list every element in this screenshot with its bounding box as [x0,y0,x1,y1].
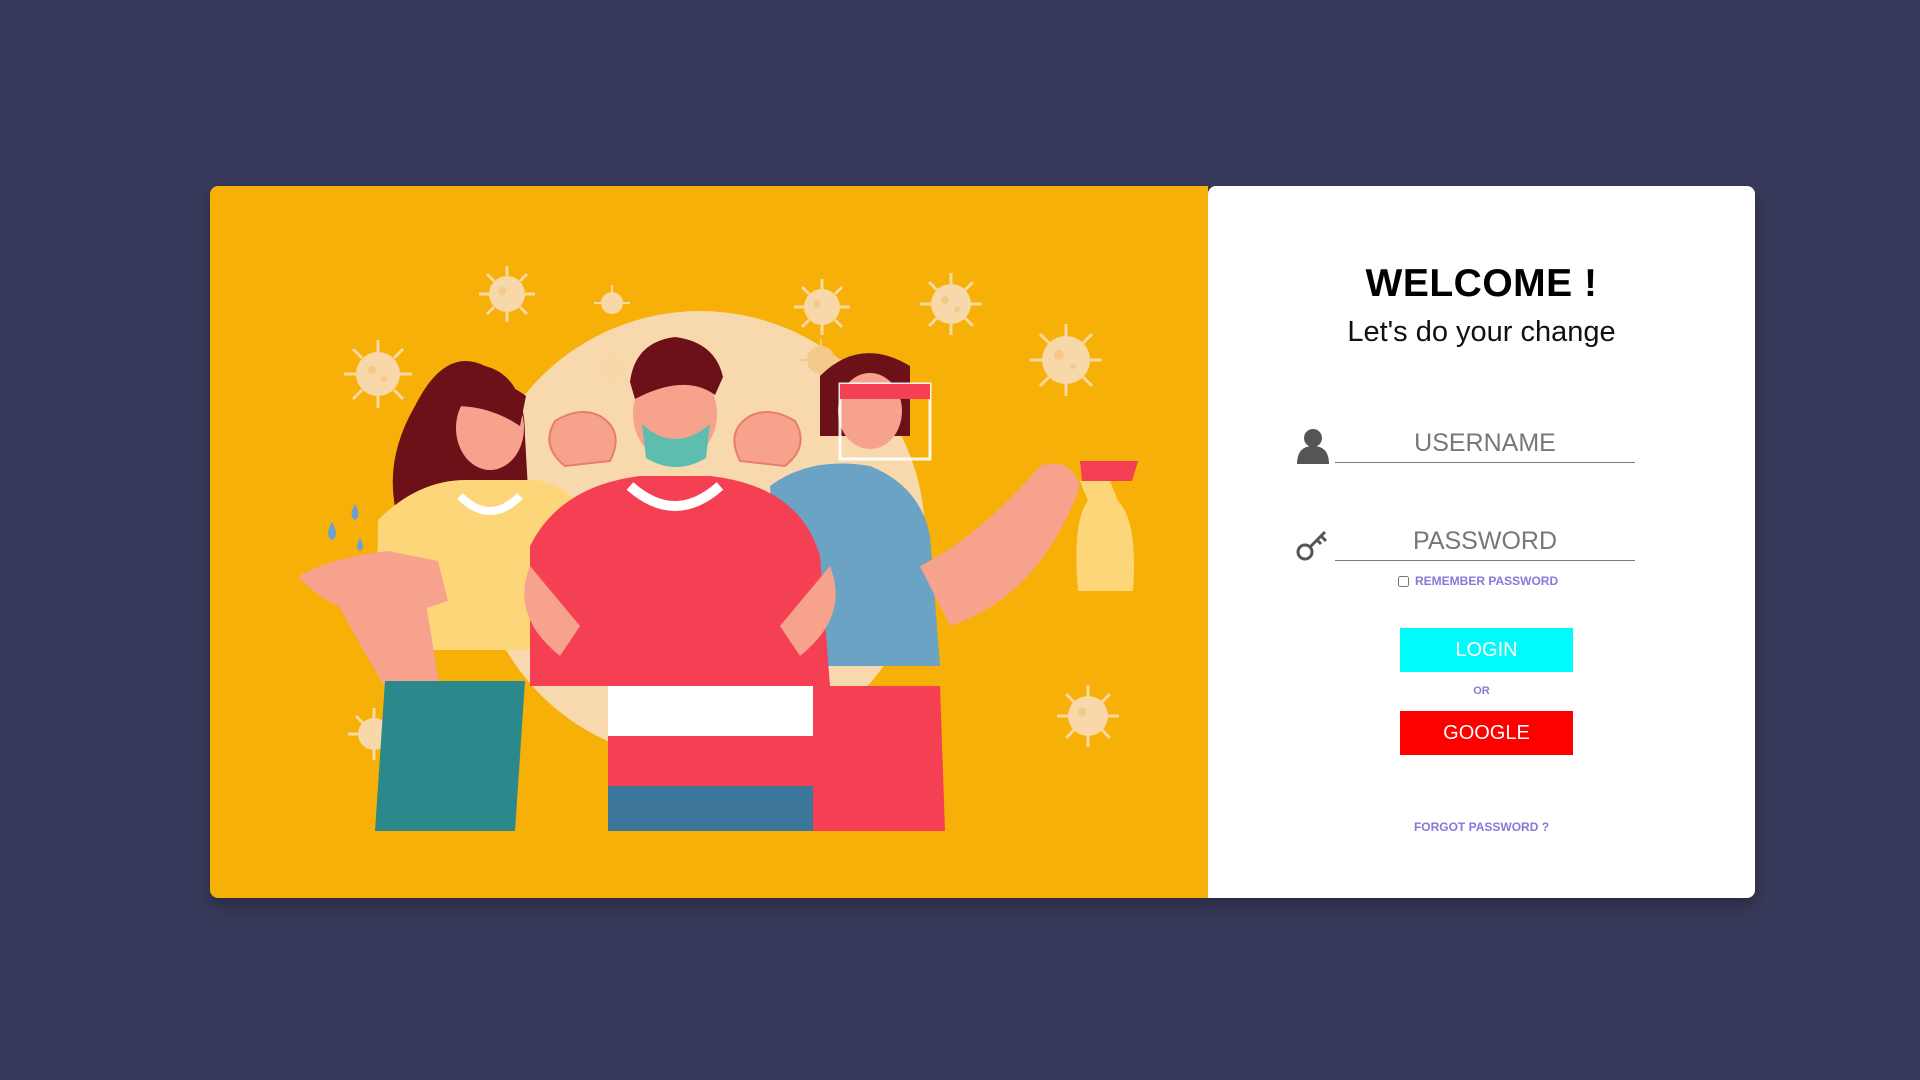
people-wearing-masks-illustration [298,266,1138,831]
login-card: WELCOME ! Let's do your change REMEMBER … [210,186,1755,898]
login-button[interactable]: LOGIN [1400,628,1573,672]
password-field-row [1295,516,1645,566]
user-icon [1297,429,1329,464]
forgot-password-link[interactable]: FORGOT PASSWORD ? [1208,820,1755,834]
google-login-button[interactable]: GOOGLE [1400,711,1573,755]
remember-password-label: REMEMBER PASSWORD [1415,574,1559,588]
key-icon [1296,530,1328,561]
password-input[interactable] [1335,522,1635,561]
welcome-heading: WELCOME ! [1365,262,1598,305]
username-input[interactable] [1335,424,1635,463]
or-separator: OR [1473,685,1490,697]
illustration-panel [210,186,1208,898]
welcome-subtitle: Let's do your change [1347,316,1616,348]
remember-password-option[interactable]: REMEMBER PASSWORD [1398,574,1558,588]
login-form-panel: WELCOME ! Let's do your change REMEMBER … [1208,186,1755,898]
username-field-row [1295,418,1645,468]
remember-password-checkbox[interactable] [1398,575,1409,587]
